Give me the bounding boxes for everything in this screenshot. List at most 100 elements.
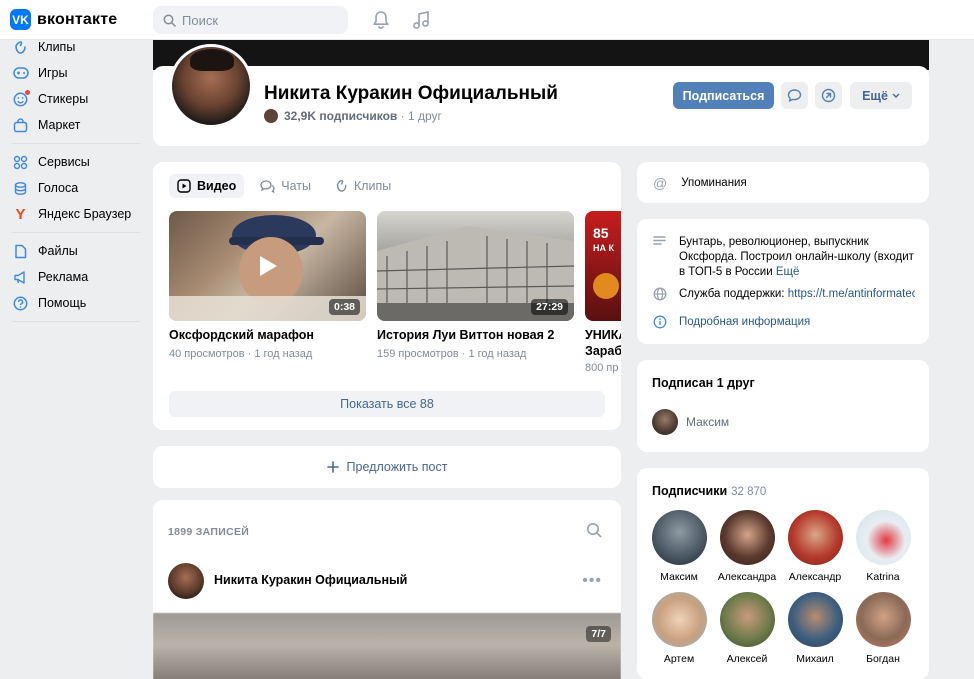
video-card[interactable]: 0:38 Оксфордский марафон 40 просмотров ·…	[169, 211, 366, 360]
video-icon	[177, 179, 191, 193]
sidebar-item-files[interactable]: Файлы	[0, 238, 150, 264]
grid-icon	[12, 154, 29, 171]
sidebar-item-help[interactable]: Помощь	[0, 290, 150, 316]
sidebar-divider	[12, 321, 140, 322]
search-box[interactable]	[153, 6, 348, 34]
sidebar-item-ads[interactable]: Реклама	[0, 264, 150, 290]
post-photo[interactable]	[153, 613, 621, 679]
followers-count[interactable]: 32,9K подписчиков	[284, 109, 397, 123]
video-title[interactable]: Оксфордский марафон	[169, 328, 366, 342]
video-subtitle: Зарабо	[585, 344, 621, 358]
support-row: Служба поддержки: https://t.me/antinform…	[653, 287, 915, 306]
subscriber-item[interactable]: Александра	[711, 510, 783, 583]
show-all-button[interactable]: Показать все 88	[169, 391, 605, 417]
yandex-icon: Y	[15, 205, 26, 223]
profile-avatar[interactable]	[169, 44, 253, 128]
media-tabs: Видео Чаты Клипы	[169, 174, 399, 198]
video-meta: 40 просмотров · 1 год назад	[169, 348, 313, 360]
video-title[interactable]: УНИКА	[585, 328, 621, 342]
video-card[interactable]: 27:29 История Луи Виттон новая 2 159 про…	[377, 211, 574, 360]
details-row[interactable]: Подробная информация	[653, 315, 810, 334]
thumb-object	[593, 273, 619, 299]
avatar	[855, 510, 911, 565]
sidebar-item-games[interactable]: Игры	[0, 60, 150, 86]
subscriber-item[interactable]: Богдан	[847, 592, 919, 665]
profile-card	[153, 66, 929, 146]
mentions-label: Упоминания	[681, 176, 747, 189]
more-button[interactable]: Ещё	[850, 82, 912, 109]
vk-logo[interactable]: VK вконтакте	[10, 9, 117, 30]
post-author-avatar[interactable]	[168, 563, 204, 599]
suggest-post-label: Предложить пост	[346, 460, 448, 474]
subscriber-item[interactable]: Katrina	[847, 510, 919, 583]
avatar	[787, 510, 843, 565]
subscriber-item[interactable]: Артем	[643, 592, 715, 665]
message-button[interactable]	[781, 82, 808, 109]
video-thumbnail[interactable]: 85 НА К	[585, 211, 621, 321]
chats-icon	[260, 180, 275, 193]
subscriber-item[interactable]: Михаил	[779, 592, 851, 665]
sidebar-item-label: Клипы	[38, 40, 76, 54]
video-card[interactable]: 85 НА К УНИКА Зарабо 800 пр	[585, 211, 621, 374]
share-button[interactable]	[815, 82, 842, 109]
share-icon	[821, 88, 836, 103]
sidebar-item-label: Маркет	[38, 118, 81, 132]
subscriber-item[interactable]: Алексей	[711, 592, 783, 665]
video-views: 159 просмотров	[377, 348, 459, 360]
more-label: Ещё	[862, 88, 888, 103]
bell-icon[interactable]	[370, 9, 392, 31]
sidebar-item-stickers[interactable]: Стикеры	[0, 86, 150, 112]
subscribers-count: 32 870	[731, 486, 767, 498]
mentions-card[interactable]: @ Упоминания	[637, 162, 929, 203]
video-views: 40 просмотров	[169, 348, 245, 360]
photo-counter: 7/7	[586, 626, 611, 642]
friends-count[interactable]: 1 друг	[408, 109, 442, 123]
friends-card: Подписан 1 друг Максим	[637, 360, 929, 452]
details-link[interactable]: Подробная информация	[679, 315, 810, 334]
subscriber-item[interactable]: Максим	[643, 510, 715, 583]
video-thumbnail[interactable]: 0:38	[169, 211, 366, 321]
subscribe-button[interactable]: Подписаться	[673, 82, 774, 109]
more-options-icon[interactable]: •••	[582, 572, 602, 590]
subscribers-card: Подписчики 32 870 Максим Александра Алекс…	[637, 468, 929, 679]
media-block: Видео Чаты Клипы 0:38 Оксфордский марафо…	[153, 162, 621, 430]
search-input[interactable]	[182, 12, 332, 28]
tab-video[interactable]: Видео	[169, 174, 245, 198]
subscriber-name: Богдан	[866, 653, 900, 665]
sidebar-item-votes[interactable]: Голоса	[0, 175, 150, 201]
chevron-down-icon	[892, 93, 900, 98]
tab-label: Чаты	[281, 179, 311, 193]
subscriber-name: Katrina	[866, 571, 900, 583]
sidebar-item-label: Помощь	[38, 296, 87, 310]
suggest-post-card[interactable]: Предложить пост	[153, 446, 621, 488]
post-author-name[interactable]: Никита Куракин Официальный	[214, 573, 407, 587]
support-label: Служба поддержки:	[679, 288, 785, 300]
friend-name: Максим	[686, 415, 730, 429]
play-icon[interactable]	[253, 251, 283, 281]
vk-logo-icon: VK	[10, 9, 31, 30]
tab-chats[interactable]: Чаты	[252, 174, 319, 198]
coins-icon	[12, 180, 29, 197]
sidebar-item-clips[interactable]: Клипы	[0, 34, 150, 60]
friends-title[interactable]: Подписан 1 друг	[652, 376, 755, 390]
video-age: 1 год назад	[468, 348, 527, 360]
sidebar-item-label: Стикеры	[38, 92, 89, 106]
support-link[interactable]: https://t.me/antinformatec	[788, 288, 915, 300]
sidebar-item-services[interactable]: Сервисы	[0, 149, 150, 175]
tab-clips[interactable]: Клипы	[327, 174, 399, 198]
sidebar-item-yandex-browser[interactable]: Y Яндекс Браузер	[0, 201, 150, 227]
plus-icon	[326, 461, 339, 473]
avatar	[787, 592, 843, 647]
video-thumbnail[interactable]: 27:29	[377, 211, 574, 321]
sidebar-item-label: Файлы	[38, 244, 78, 258]
about-more-link[interactable]: Ещё	[776, 266, 800, 278]
video-title[interactable]: История Луи Виттон новая 2	[377, 328, 574, 342]
friend-item[interactable]: Максим	[652, 409, 729, 435]
music-icon[interactable]	[410, 9, 432, 31]
subscribers-title[interactable]: Подписчики 32 870	[652, 484, 766, 498]
video-duration: 0:38	[328, 299, 360, 315]
sidebar-item-label: Реклама	[38, 270, 89, 284]
wall-search-icon[interactable]	[586, 522, 602, 541]
sidebar-item-market[interactable]: Маркет	[0, 112, 150, 138]
subscriber-item[interactable]: Александр	[779, 510, 851, 583]
